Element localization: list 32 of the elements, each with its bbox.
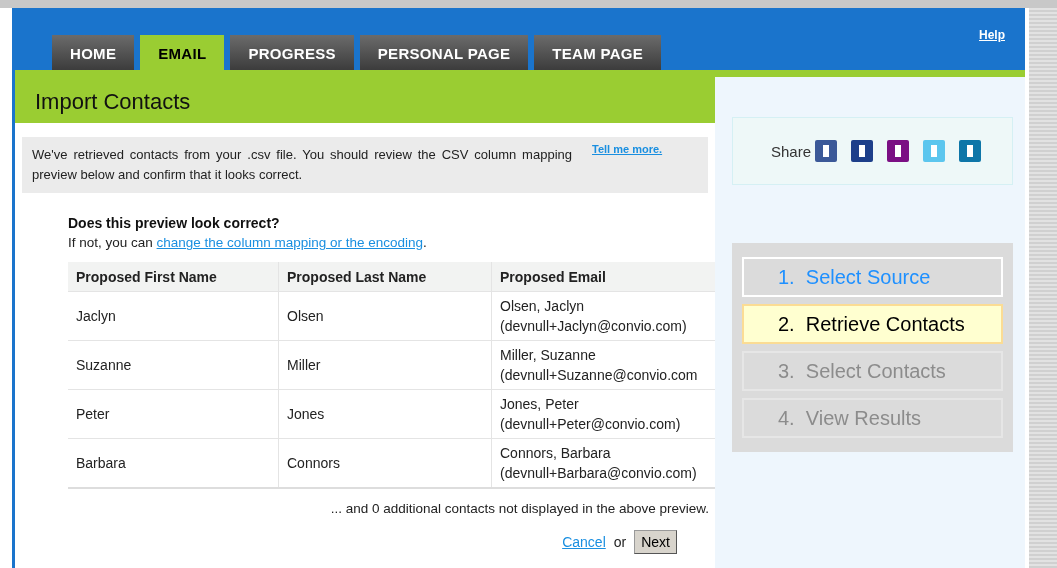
page-title: Import Contacts: [15, 77, 715, 123]
help-link[interactable]: Help: [979, 28, 1005, 42]
next-button[interactable]: Next: [634, 530, 677, 554]
nav-tab[interactable]: EMAIL: [140, 35, 225, 70]
table-cell: Miller: [278, 340, 492, 390]
social-icon[interactable]: [887, 140, 910, 162]
nav-tab[interactable]: PERSONAL PAGE: [359, 35, 529, 70]
nav-tab[interactable]: HOME: [52, 35, 135, 70]
social-icon[interactable]: [959, 140, 982, 162]
nav-tab[interactable]: PROGRESS: [230, 35, 354, 70]
social-icon[interactable]: [851, 140, 874, 162]
column-header: Proposed Email: [491, 262, 715, 292]
question-heading: Does this preview look correct?: [68, 215, 281, 231]
social-icon[interactable]: [815, 140, 838, 162]
table-cell: Olsen: [278, 291, 492, 341]
question-text: If not, you can change the column mapping or the encoding.: [68, 235, 428, 250]
cancel-link[interactable]: Cancel: [562, 534, 606, 550]
table-cell: Connors: [278, 438, 492, 488]
share-label: Share: [771, 142, 812, 160]
column-header: Proposed First Name: [68, 262, 279, 292]
step-item[interactable]: 2. Retrieve Contacts: [742, 304, 1003, 344]
footnote-text: ... and 0 additional contacts not displayed in the above preview.: [330, 501, 709, 516]
table-cell: Barbara: [68, 438, 279, 488]
info-text: We've retrieved contacts from your .csv file. You should review the CSV column mapping preview below and confirm that it looks correct.: [32, 146, 572, 184]
table-cell: Jaclyn: [68, 291, 279, 341]
or-text: or: [613, 534, 627, 550]
nav-tab[interactable]: TEAM PAGE: [534, 35, 662, 70]
table-cell: Jones: [278, 389, 492, 439]
table-cell: Peter: [68, 389, 279, 439]
column-header: Proposed Last Name: [278, 262, 492, 292]
column-mapping-link[interactable]: change the column mapping or the encoding: [156, 235, 423, 250]
table-cell: Suzanne: [68, 340, 279, 390]
